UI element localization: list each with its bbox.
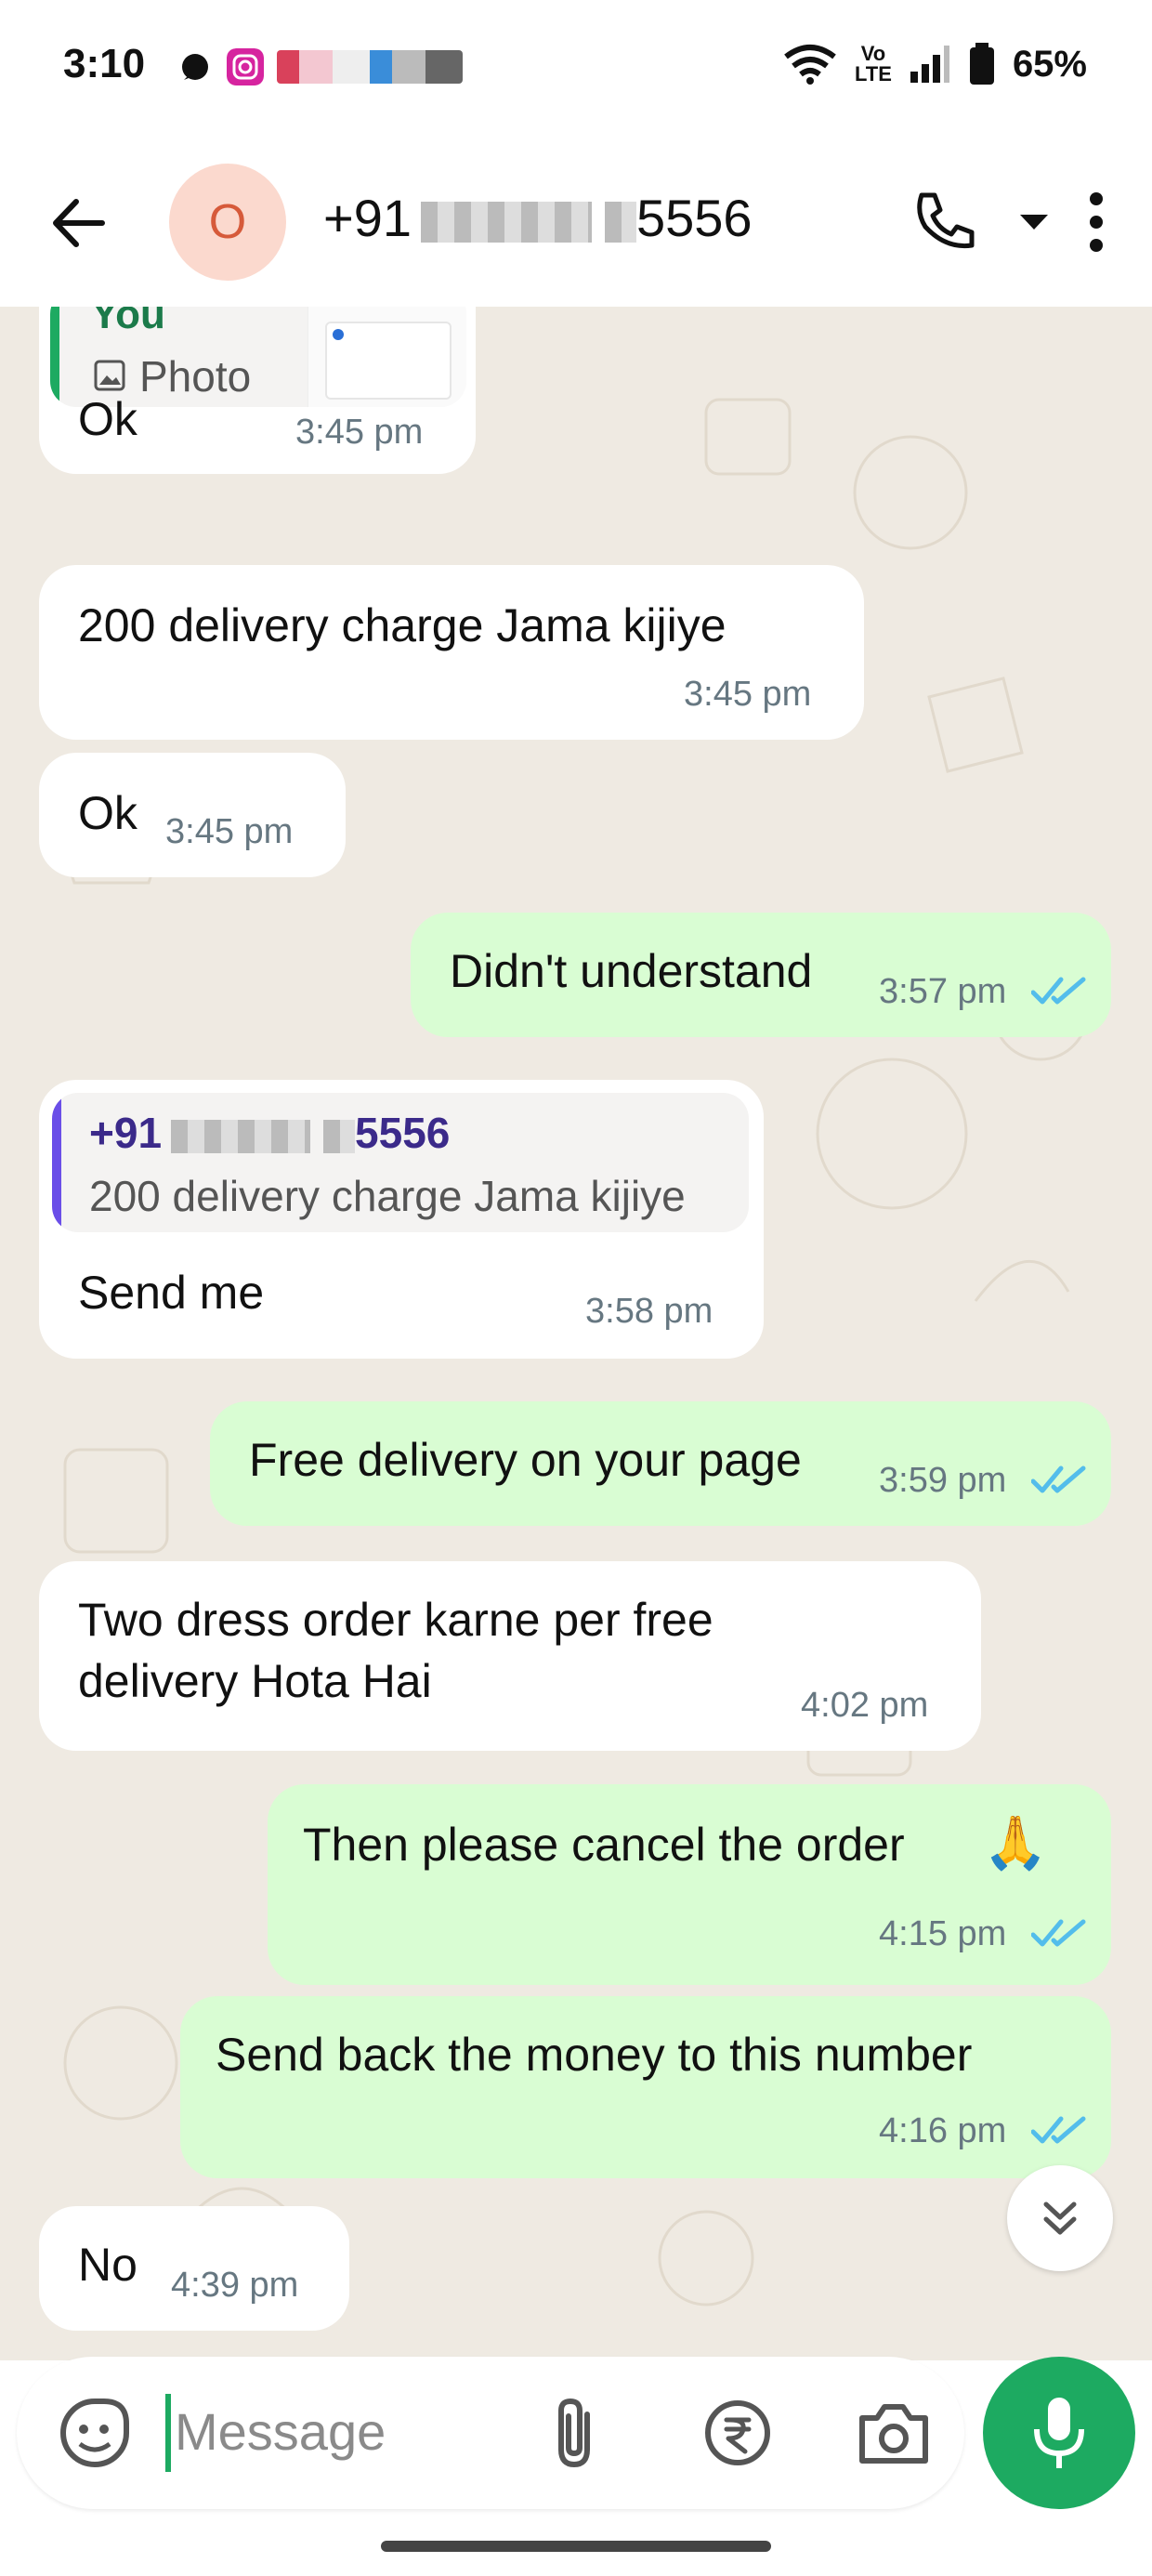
message-time: 4:16 pm — [879, 2111, 1007, 2150]
contact-prefix: +91 — [323, 189, 412, 247]
chat-header: O +91 5556 — [0, 139, 1152, 307]
quote-text: 200 delivery charge Jama kijiye — [89, 1172, 686, 1220]
signal-icon — [910, 46, 949, 83]
message-time: 3:58 pm — [585, 1292, 713, 1331]
chat-notification-icon — [182, 54, 208, 80]
scroll-down-icon — [1043, 2201, 1077, 2235]
message-time: 4:15 pm — [879, 1914, 1007, 1953]
message-bubble-outgoing[interactable]: Didn't understand 3:57 pm — [411, 913, 1111, 1037]
header-actions — [909, 186, 1106, 258]
message-text: Free delivery on your page — [249, 1434, 802, 1486]
quote-type: Photo — [139, 352, 252, 401]
quote-author: +91 5556 — [89, 1108, 450, 1158]
blurred-number — [171, 1119, 311, 1153]
quote-author-prefix: +91 — [89, 1109, 163, 1157]
scroll-down-button[interactable] — [1007, 2165, 1113, 2271]
blurred-number — [323, 1119, 356, 1153]
message-bubble-incoming[interactable]: Two dress order karne per free delivery … — [39, 1561, 981, 1751]
message-bubble-outgoing[interactable]: Free delivery on your page 3:59 pm — [210, 1401, 1111, 1526]
message-text: 200 delivery charge Jama kijiye — [78, 599, 727, 651]
status-time: 3:10 — [63, 41, 146, 86]
message-time: 3:45 pm — [684, 675, 812, 714]
more-icon[interactable] — [1087, 191, 1106, 253]
message-composer[interactable]: Message — [17, 2357, 964, 2509]
photo-icon — [94, 360, 125, 391]
home-indicator[interactable] — [381, 2541, 771, 2552]
rupee-icon[interactable] — [702, 2398, 773, 2468]
double-tick-icon — [1031, 1465, 1086, 1493]
sticker-icon[interactable] — [58, 2396, 132, 2470]
system-navigation-bar — [0, 2518, 1152, 2576]
message-text: Ok — [78, 787, 137, 839]
blurred-notifications — [277, 50, 463, 84]
double-tick-icon — [1031, 1919, 1086, 1947]
battery-percent: 65% — [1012, 43, 1087, 85]
message-time: 3:59 pm — [879, 1461, 1007, 1500]
double-tick-icon — [1031, 977, 1086, 1005]
battery-icon — [969, 43, 994, 85]
quote-author: You — [91, 307, 165, 337]
message-time: 3:45 pm — [295, 413, 424, 452]
message-text: Ok — [78, 393, 137, 445]
message-bubble-incoming[interactable]: You Photo Ok 3:45 pm — [39, 307, 476, 474]
mic-button[interactable] — [983, 2357, 1135, 2509]
wifi-icon — [784, 45, 836, 85]
message-bubble-incoming[interactable]: +91 5556 200 delivery charge Jama kijiye … — [39, 1080, 764, 1359]
contact-suffix: 5556 — [636, 189, 753, 247]
message-bubble-outgoing[interactable]: Then please cancel the order 🙏 4:15 pm — [268, 1784, 1111, 1985]
mic-icon — [1034, 2398, 1084, 2468]
message-time: 4:39 pm — [171, 2266, 299, 2305]
text-cursor — [165, 2394, 171, 2472]
quote-thumbnail — [308, 307, 466, 407]
quoted-message[interactable]: +91 5556 200 delivery charge Jama kijiye — [52, 1093, 749, 1232]
camera-icon[interactable] — [857, 2399, 931, 2466]
attach-icon[interactable] — [546, 2396, 602, 2470]
blurred-number — [421, 202, 592, 243]
contact-name[interactable]: +91 5556 — [323, 188, 753, 248]
message-text: No — [78, 2239, 137, 2291]
message-bubble-incoming[interactable]: No 4:39 pm — [39, 2206, 349, 2331]
instagram-icon — [227, 48, 264, 85]
message-text: Then please cancel the order — [303, 1819, 905, 1871]
message-text: Send me — [78, 1267, 265, 1319]
message-text-line2: delivery Hota Hai — [78, 1655, 432, 1707]
phone-icon[interactable] — [909, 186, 981, 258]
message-text: Didn't understand — [450, 945, 813, 997]
message-time: 3:57 pm — [879, 972, 1007, 1011]
message-time: 4:02 pm — [801, 1686, 929, 1725]
status-right: Vo LTE 65% — [782, 43, 1087, 85]
status-bar: 3:10 Vo LTE 65% — [0, 0, 1152, 139]
blurred-number — [605, 202, 636, 243]
double-tick-icon — [1031, 2116, 1086, 2144]
chat-area[interactable]: You Photo Ok 3:45 pm 200 delivery charge… — [0, 307, 1152, 2360]
message-bubble-incoming[interactable]: 200 delivery charge Jama kijiye 3:45 pm — [39, 565, 864, 740]
back-arrow-icon[interactable] — [46, 191, 111, 256]
message-text-line1: Two dress order karne per free — [78, 1594, 713, 1646]
notification-icons — [177, 48, 463, 85]
message-text: Send back the money to this number — [216, 2029, 973, 2081]
volte-label: Vo LTE — [854, 42, 892, 85]
quote-author-suffix: 5556 — [355, 1109, 451, 1157]
message-input[interactable]: Message — [175, 2401, 386, 2462]
avatar[interactable]: O — [169, 164, 286, 281]
message-bubble-outgoing[interactable]: Send back the money to this number 4:16 … — [180, 1996, 1111, 2178]
dropdown-icon[interactable] — [1018, 211, 1050, 233]
message-emoji: 🙏 — [983, 1813, 1048, 1872]
message-time: 3:45 pm — [165, 812, 294, 851]
message-bubble-incoming[interactable]: Ok 3:45 pm — [39, 753, 346, 877]
